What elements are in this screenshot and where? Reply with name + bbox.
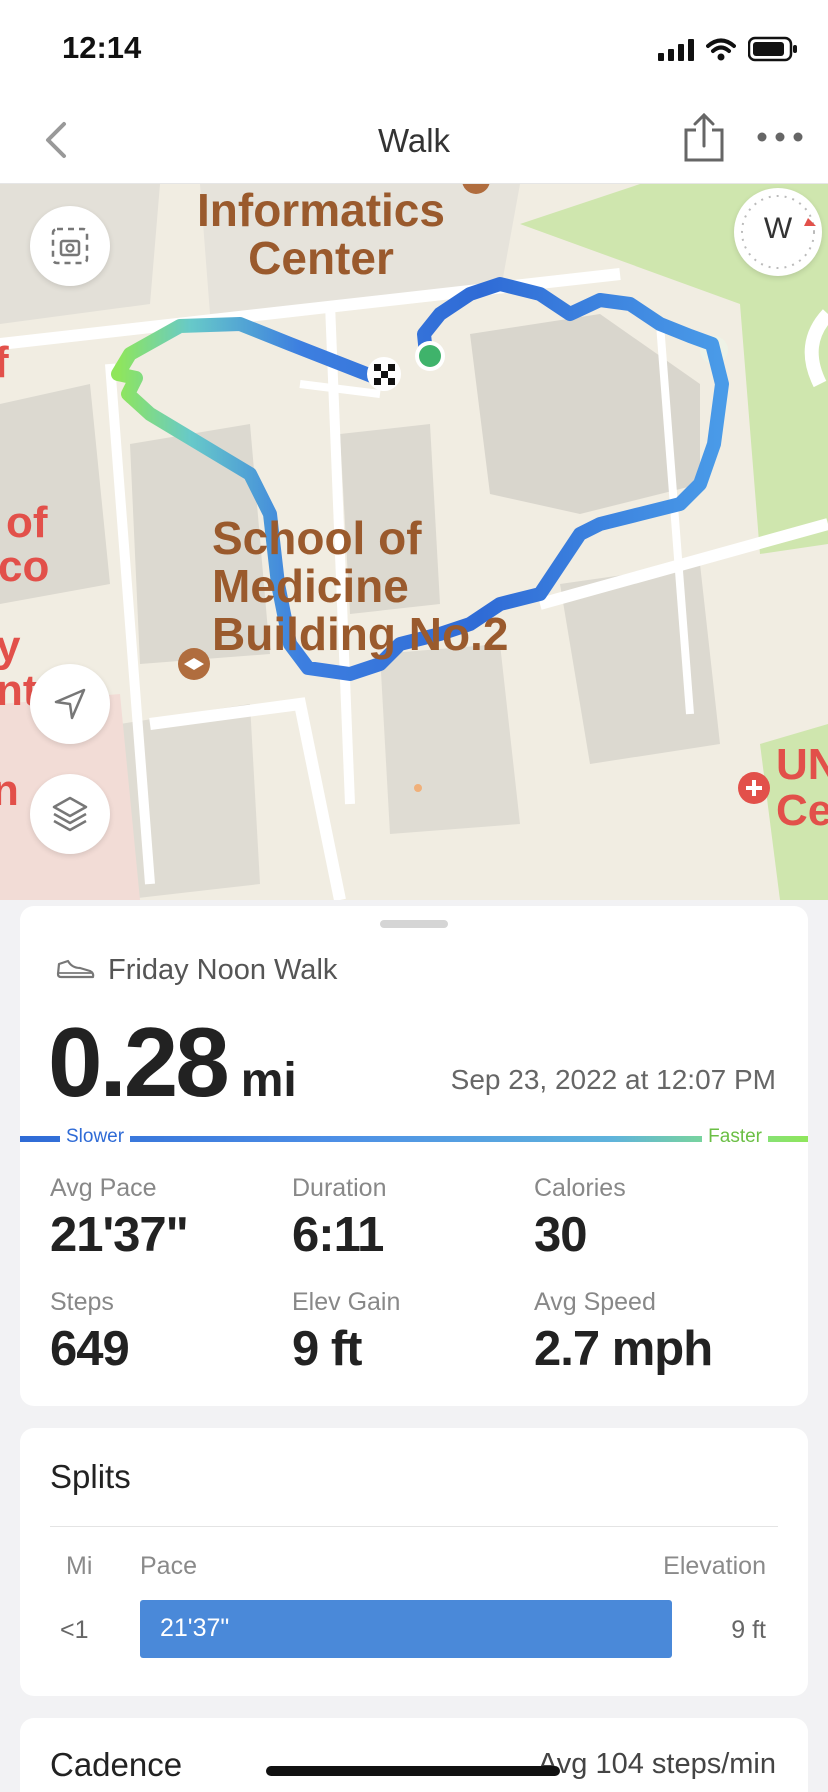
splits-header-mi: Mi	[66, 1552, 93, 1580]
pace-slower-label: Slower	[60, 1126, 131, 1148]
map-label-fragment: n	[0, 766, 19, 815]
stat-value: 649	[50, 1322, 130, 1376]
stat-value: 30	[534, 1208, 588, 1262]
location-arrow-icon	[54, 688, 86, 720]
stat-label: Steps	[50, 1288, 114, 1316]
stat-value: 6:11	[292, 1208, 384, 1262]
splits-header-pace: Pace	[140, 1552, 197, 1580]
compass-button[interactable]: W	[734, 188, 822, 276]
split-elevation: 9 ft	[731, 1616, 766, 1644]
wifi-icon	[706, 38, 736, 61]
stat-value: 21'37"	[50, 1208, 189, 1262]
map-layers-button[interactable]	[30, 774, 110, 854]
stat-label: Calories	[534, 1174, 626, 1202]
locate-button[interactable]	[30, 664, 110, 744]
status-time: 12:14	[62, 30, 142, 65]
camera-snapshot-icon	[51, 227, 89, 265]
map-label-fragment: co	[0, 542, 50, 591]
map-label-fragment: UN	[776, 740, 828, 789]
pace-gradient-line	[20, 1136, 808, 1142]
status-icons	[658, 36, 798, 62]
stat-steps: Steps 649	[50, 1288, 130, 1377]
home-indicator	[266, 1766, 560, 1776]
battery-icon	[748, 36, 797, 62]
split-mi: <1	[60, 1616, 89, 1644]
map-label-informatics: Informatics Center	[197, 184, 445, 284]
map-label-fragment: y	[0, 622, 21, 671]
distance-value: 0.28	[48, 1007, 230, 1117]
distance: 0.28 mi	[48, 1006, 297, 1119]
stat-duration: Duration 6:11	[292, 1174, 387, 1263]
map-label-fragment: f	[0, 338, 9, 387]
stat-label: Elev Gain	[292, 1288, 401, 1316]
splits-header-elevation: Elevation	[663, 1552, 766, 1580]
stat-label: Avg Speed	[534, 1288, 656, 1316]
splits-title: Splits	[50, 1458, 131, 1495]
share-icon[interactable]	[682, 112, 726, 164]
stat-value: 2.7 mph	[534, 1322, 713, 1376]
route-map[interactable]: Informatics Center School of Medicine Bu…	[0, 184, 828, 900]
map-label-fragment: of	[6, 498, 48, 547]
map-label-fragment: Ce	[776, 786, 828, 835]
drag-handle[interactable]	[380, 920, 448, 928]
distance-unit: mi	[240, 1054, 297, 1107]
stat-value: 9 ft	[292, 1322, 363, 1376]
compass-heading: W	[763, 212, 793, 245]
shoe-icon	[56, 959, 95, 979]
layers-icon	[52, 796, 88, 832]
summary-card: Friday Noon Walk 0.28 mi Sep 23, 2022 at…	[20, 906, 808, 1406]
activity-name: Friday Noon Walk	[108, 954, 338, 986]
stat-elev-gain: Elev Gain 9 ft	[292, 1288, 400, 1377]
cellular-signal-icon	[658, 37, 694, 61]
nav-bar: Walk	[0, 96, 828, 184]
status-bar: 12:14	[0, 0, 828, 96]
pace-legend: Slower Faster	[20, 1126, 808, 1152]
stat-avg-pace: Avg Pace 21'37"	[50, 1174, 189, 1263]
map-label-school: School of Medicine Building No.2	[212, 512, 509, 660]
activity-datetime: Sep 23, 2022 at 12:07 PM	[450, 1064, 776, 1095]
split-pace: 21'37"	[160, 1614, 230, 1642]
stat-label: Duration	[292, 1174, 387, 1202]
stat-label: Avg Pace	[50, 1174, 157, 1202]
stat-calories: Calories 30	[534, 1174, 626, 1263]
split-pace-bar: 21'37"	[140, 1600, 672, 1658]
pace-faster-label: Faster	[702, 1126, 768, 1148]
cadence-title: Cadence	[50, 1746, 183, 1783]
splits-card: Splits Mi Pace Elevation <1 21'37" 9 ft	[20, 1428, 808, 1696]
cadence-average: Avg 104 steps/min	[537, 1748, 776, 1780]
more-options-icon[interactable]	[756, 130, 804, 144]
stat-avg-speed: Avg Speed 2.7 mph	[534, 1288, 713, 1377]
cadence-card: Cadence Avg 104 steps/min	[20, 1718, 808, 1792]
snapshot-button[interactable]	[30, 206, 110, 286]
splits-divider	[50, 1526, 778, 1527]
